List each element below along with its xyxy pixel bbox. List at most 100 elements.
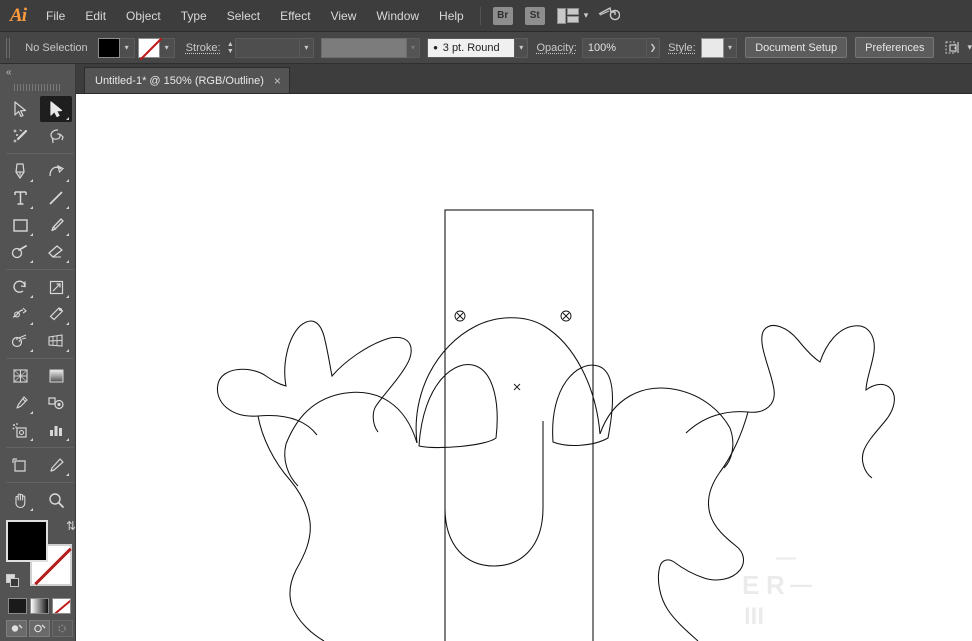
shape-builder-tool[interactable]	[4, 328, 36, 354]
draw-inside-button[interactable]	[52, 620, 73, 637]
stroke-weight-stepper-icon[interactable]: ▲ ▼	[226, 38, 236, 58]
width-profile-select[interactable]	[320, 37, 407, 58]
line-segment-tool[interactable]	[40, 185, 72, 211]
scale-tool[interactable]	[40, 274, 72, 300]
eyedropper-tool[interactable]	[4, 390, 36, 416]
double-chevron-left-icon[interactable]: «	[6, 67, 11, 78]
fill-dropdown-chevron-down-icon[interactable]: ▾	[119, 37, 135, 58]
draw-normal-button[interactable]	[6, 620, 27, 637]
stroke-swatch-none[interactable]	[137, 37, 160, 58]
menu-view[interactable]: View	[321, 0, 367, 32]
document-tab-label: Untitled-1* @ 150% (RGB/Outline)	[95, 74, 264, 87]
style-label[interactable]: Style:	[668, 42, 696, 54]
control-bar-grip[interactable]	[6, 37, 12, 58]
menu-type[interactable]: Type	[171, 0, 217, 32]
document-setup-button[interactable]: Document Setup	[745, 37, 848, 58]
svg-text:—: —	[790, 572, 812, 597]
pen-tool[interactable]	[4, 158, 36, 184]
stock-button[interactable]: St	[524, 6, 545, 25]
menu-select[interactable]: Select	[217, 0, 270, 32]
svg-text:—: —	[776, 547, 796, 569]
stroke-weight-input[interactable]	[235, 37, 301, 58]
zoom-tool[interactable]	[40, 487, 72, 513]
swap-fill-stroke-icon[interactable]: ⇅	[66, 519, 76, 533]
illustrator-window: Ai File Edit Object Type Select Effect V…	[0, 0, 972, 641]
panel-grip-icon[interactable]	[14, 81, 61, 93]
rectangle-tool[interactable]	[4, 212, 36, 238]
symbol-sprayer-tool[interactable]	[4, 417, 36, 443]
selection-tool[interactable]	[4, 96, 36, 122]
none-mode-button[interactable]	[52, 598, 71, 614]
curvature-tool[interactable]	[40, 158, 72, 184]
stroke-weight-chevron-down-icon[interactable]: ▾	[300, 37, 314, 58]
menu-divider	[479, 6, 481, 25]
opacity-input[interactable]: 100%	[581, 37, 647, 58]
align-chevron-down-icon[interactable]: ▾	[967, 42, 972, 53]
stroke-dropdown-chevron-down-icon[interactable]: ▾	[159, 37, 175, 58]
shaper-tool[interactable]	[4, 239, 36, 265]
svg-text:E: E	[742, 570, 759, 600]
svg-text:R: R	[766, 570, 785, 600]
lasso-tool[interactable]	[40, 123, 72, 149]
eraser-tool[interactable]	[40, 239, 72, 265]
width-tool[interactable]	[4, 301, 36, 327]
arrange-documents-icon[interactable]	[556, 7, 579, 24]
tool-divider	[6, 269, 74, 270]
fill-swatch[interactable]	[97, 37, 120, 58]
close-icon[interactable]: ×	[274, 75, 281, 87]
width-profile-chevron-down-icon[interactable]: ▾	[406, 37, 421, 58]
preferences-button[interactable]: Preferences	[855, 37, 935, 58]
brush-definition-select[interactable]: • 3 pt. Round	[427, 37, 516, 58]
gradient-tool[interactable]	[40, 363, 72, 389]
tool-flyout-indicator	[66, 117, 69, 120]
bridge-button[interactable]: Br	[492, 6, 513, 25]
fill-color-group[interactable]: ▾	[97, 37, 135, 58]
ghost-left-eye	[418, 364, 498, 449]
menu-window[interactable]: Window	[366, 0, 429, 32]
mesh-tool[interactable]	[4, 363, 36, 389]
blend-tool[interactable]	[40, 390, 72, 416]
style-swatch[interactable]	[700, 37, 724, 58]
menu-edit[interactable]: Edit	[75, 0, 116, 32]
menu-file[interactable]: File	[36, 0, 75, 32]
brush-definition-chevron-down-icon[interactable]: ▾	[515, 37, 529, 58]
tool-grid	[2, 96, 74, 514]
tools-panel: « ⇅	[0, 64, 76, 641]
ghost-right-shoulder	[599, 387, 731, 435]
workspace-switcher-icon[interactable]	[598, 5, 621, 26]
free-transform-tool[interactable]	[40, 301, 72, 327]
fill-color-swatch[interactable]	[6, 520, 48, 562]
ghost-left-shoulder	[285, 391, 418, 445]
ghost-body-bottom	[444, 421, 544, 567]
color-mode-button[interactable]	[8, 598, 27, 614]
direct-selection-tool[interactable]	[40, 96, 72, 122]
type-tool[interactable]	[4, 185, 36, 211]
artboard-canvas[interactable]: E R — III —	[76, 94, 972, 641]
column-graph-tool[interactable]	[40, 417, 72, 443]
stroke-color-group[interactable]: ▾	[137, 37, 175, 58]
menu-help[interactable]: Help	[429, 0, 474, 32]
align-to-artboard-icon[interactable]	[944, 40, 962, 56]
style-chevron-down-icon[interactable]: ▾	[723, 37, 738, 58]
opacity-chevron-right-icon[interactable]: ❯	[646, 37, 661, 58]
chevron-down-icon[interactable]: ▾	[584, 10, 589, 21]
draw-behind-button[interactable]	[29, 620, 50, 637]
perspective-grid-tool[interactable]	[40, 328, 72, 354]
paintbrush-tool[interactable]	[40, 212, 72, 238]
brush-definition-value: 3 pt. Round	[442, 41, 500, 54]
rotate-tool[interactable]	[4, 274, 36, 300]
gradient-mode-button[interactable]	[30, 598, 49, 614]
draw-mode-bar	[6, 620, 75, 637]
artboard-tool[interactable]	[4, 452, 36, 478]
slice-tool[interactable]	[40, 452, 72, 478]
ghost-left-arm	[216, 320, 412, 436]
document-tab[interactable]: Untitled-1* @ 150% (RGB/Outline) ×	[84, 67, 290, 93]
stroke-weight-label[interactable]: Stroke:	[186, 42, 221, 54]
opacity-label[interactable]: Opacity:	[536, 42, 576, 54]
menu-effect[interactable]: Effect	[270, 0, 320, 32]
menu-object[interactable]: Object	[116, 0, 171, 32]
watermark-artifact: E R — III —	[742, 547, 812, 630]
magic-wand-tool[interactable]	[4, 123, 36, 149]
hand-tool[interactable]	[4, 487, 36, 513]
default-fill-stroke-icon[interactable]	[6, 574, 20, 588]
